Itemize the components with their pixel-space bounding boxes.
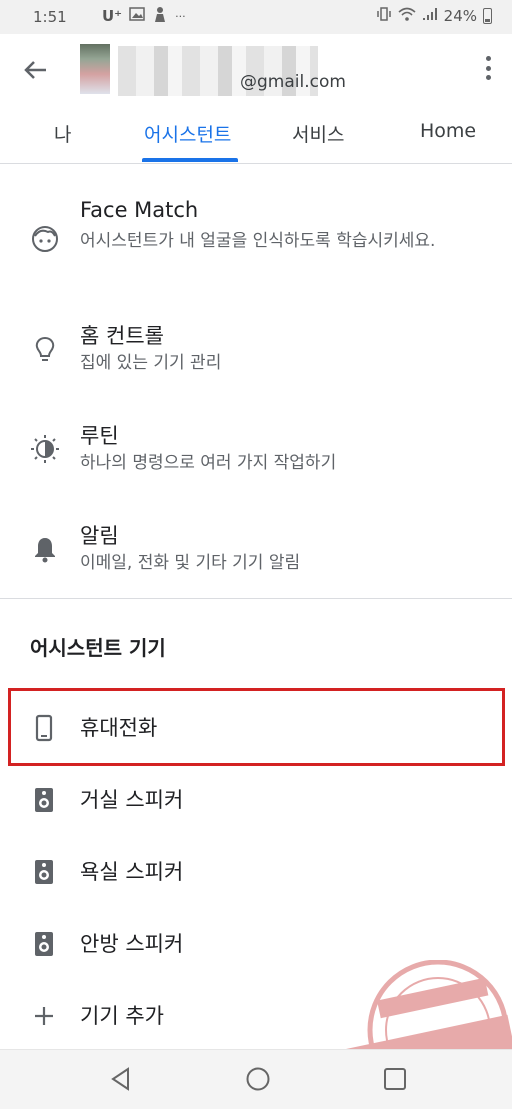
- highlight-box: [8, 688, 505, 766]
- back-button[interactable]: [20, 54, 52, 86]
- device-item-bathroom-speaker[interactable]: 욕실 스피커: [0, 836, 512, 906]
- item-title: 루틴: [80, 424, 119, 448]
- item-subtitle: 하나의 명령으로 여러 가지 작업하기: [80, 453, 337, 473]
- carrier-icon: U⁺: [102, 7, 123, 25]
- item-title: Face Match: [80, 198, 199, 222]
- face-icon: [32, 226, 58, 252]
- account-avatar[interactable]: [80, 44, 110, 94]
- device-label: 욕실 스피커: [80, 860, 184, 884]
- speaker-icon: [35, 860, 53, 884]
- item-subtitle: 집에 있는 기기 관리: [80, 353, 222, 373]
- item-subtitle: 이메일, 전화 및 기타 기기 알림: [80, 553, 301, 573]
- item-title: 알림: [80, 524, 119, 548]
- device-label: 거실 스피커: [80, 788, 184, 812]
- app-notification-icon: [152, 5, 168, 27]
- account-email: @gmail.com: [240, 72, 346, 92]
- more-notifications-icon: ···: [175, 9, 186, 23]
- status-time: 1:51: [33, 8, 67, 26]
- list-item-routines[interactable]: 루틴 하나의 명령으로 여러 가지 작업하기: [0, 410, 512, 490]
- lightbulb-icon: [35, 336, 55, 361]
- device-label: 기기 추가: [80, 1004, 164, 1028]
- tab-me[interactable]: 나: [54, 120, 71, 147]
- nav-back-button[interactable]: [108, 1066, 134, 1092]
- routine-icon: [31, 435, 59, 463]
- item-subtitle: 어시스턴트가 내 얼굴을 인식하도록 학습시키세요.: [80, 231, 436, 251]
- tab-assistant[interactable]: 어시스턴트: [144, 120, 231, 147]
- signal-icon: [422, 7, 438, 25]
- plus-icon: [35, 1007, 53, 1025]
- nav-recents-button[interactable]: [382, 1066, 408, 1092]
- nav-home-button[interactable]: [245, 1066, 271, 1092]
- item-title: 홈 컨트롤: [80, 324, 164, 348]
- status-bar: 1:51 U⁺ ··· 24%: [0, 0, 512, 34]
- wifi-icon: [398, 7, 416, 25]
- battery-percent: 24%: [443, 7, 477, 25]
- list-item-home-control[interactable]: 홈 컨트롤 집에 있는 기기 관리: [0, 310, 512, 390]
- arrow-left-icon: [24, 61, 46, 79]
- tab-bar: 나 어시스턴트 서비스 Home: [0, 110, 512, 164]
- system-nav-bar: [0, 1049, 512, 1109]
- bell-icon: [35, 538, 55, 563]
- device-label: 안방 스피커: [80, 932, 184, 956]
- section-divider: [0, 598, 512, 599]
- gallery-notification-icon: [129, 7, 145, 25]
- list-item-face-match[interactable]: Face Match 어시스턴트가 내 얼굴을 인식하도록 학습시키세요.: [0, 186, 512, 291]
- active-tab-indicator: [142, 158, 238, 162]
- speaker-icon: [35, 932, 53, 956]
- device-item-living-room-speaker[interactable]: 거실 스피커: [0, 764, 512, 834]
- list-item-notifications[interactable]: 알림 이메일, 전화 및 기타 기기 알림: [0, 510, 512, 590]
- battery-icon: [483, 8, 492, 24]
- tab-home[interactable]: Home: [420, 120, 476, 142]
- speaker-icon: [35, 788, 53, 812]
- vibrate-icon: [376, 6, 392, 26]
- more-options-button[interactable]: [484, 56, 492, 80]
- section-title-assistant-devices: 어시스턴트 기기: [30, 636, 166, 660]
- app-header: @gmail.com 나 어시스턴트 서비스 Home: [0, 34, 512, 164]
- tab-services[interactable]: 서비스: [292, 120, 344, 147]
- more-vert-icon: [485, 56, 491, 61]
